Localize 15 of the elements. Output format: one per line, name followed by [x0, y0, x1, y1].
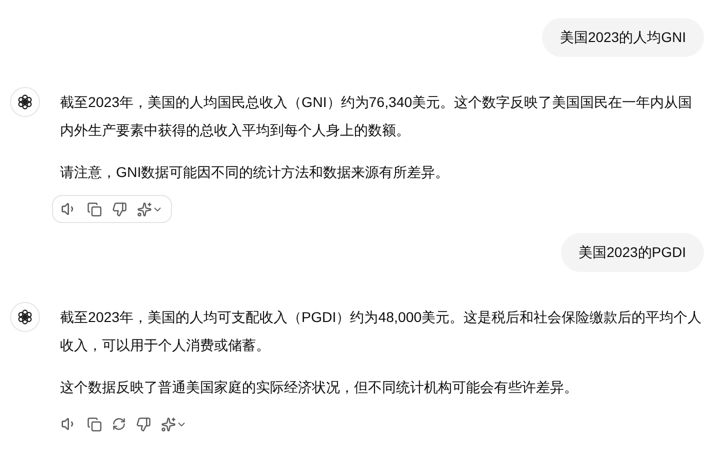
- sparkle-icon[interactable]: [137, 202, 163, 216]
- thumbs-down-icon[interactable]: [136, 416, 151, 432]
- sparkle-icon[interactable]: [161, 416, 187, 432]
- logo-icon: [16, 93, 34, 111]
- assistant-paragraph: 截至2023年，美国的人均国民总收入（GNI）约为76,340美元。这个数字反映了美国国民在一年内从国内外生产要素中获得的总收入平均到每个人身上的数额。: [60, 94, 694, 141]
- user-message: 美国2023的人均GNI: [542, 18, 704, 57]
- logo-icon: [16, 308, 34, 326]
- copy-icon[interactable]: [87, 416, 102, 432]
- copy-icon[interactable]: [87, 202, 102, 216]
- thumbs-down-icon[interactable]: [112, 202, 127, 216]
- regenerate-icon[interactable]: [112, 417, 126, 431]
- assistant-paragraph: 截至2023年，美国的人均可支配收入（PGDI）约为48,000美元。这是税后和社会保险缴款后的平均个人收入，可以用于个人消费或储蓄。: [60, 309, 702, 356]
- user-message: 美国2023的PGDI: [560, 233, 704, 272]
- assistant-paragraph: 请注意，GNI数据可能因不同的统计方法和数据来源有所差异。: [60, 164, 450, 183]
- assistant-paragraph: 这个数据反映了普通美国家庭的实际经济状况，但不同统计机构可能会有些许差异。: [60, 379, 579, 398]
